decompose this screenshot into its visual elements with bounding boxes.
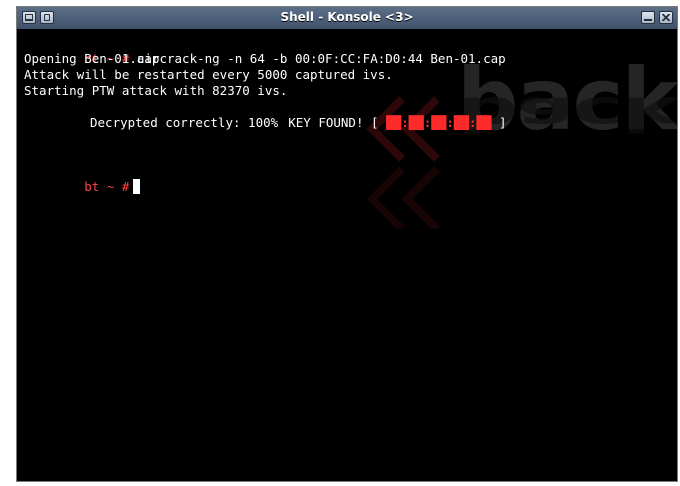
active-prompt-line[interactable]: bt ~ # (24, 163, 671, 194)
text-cursor (133, 179, 141, 194)
title-bar[interactable]: Shell - Konsole <3> (17, 7, 677, 30)
window-title: Shell - Konsole <3> (280, 10, 414, 24)
redacted-key: ██:██:██:██:██ (386, 115, 492, 130)
konsole-window: Shell - Konsole <3> back back bt ~ # air… (16, 6, 678, 482)
close-icon[interactable] (659, 11, 673, 24)
key-found-close: ] (498, 115, 507, 130)
prompt: bt ~ # (84, 179, 130, 194)
output-line: Attack will be restarted every 5000 capt… (24, 67, 393, 82)
command-line: bt ~ # aircrack-ng -n 64 -b 00:0F:CC:FA:… (24, 35, 671, 66)
key-found-label: KEY FOUND! [ (288, 115, 379, 130)
minimize-icon[interactable] (641, 11, 655, 24)
output-line: Starting PTW attack with 82370 ivs. (24, 83, 288, 98)
key-found-line: KEY FOUND! [ ██:██:██:██:██ ] (24, 99, 671, 130)
command-text: aircrack-ng -n 64 -b 00:0F:CC:FA:D0:44 B… (136, 51, 506, 66)
terminal-area[interactable]: back back bt ~ # aircrack-ng -n 64 -b 00… (17, 29, 677, 481)
